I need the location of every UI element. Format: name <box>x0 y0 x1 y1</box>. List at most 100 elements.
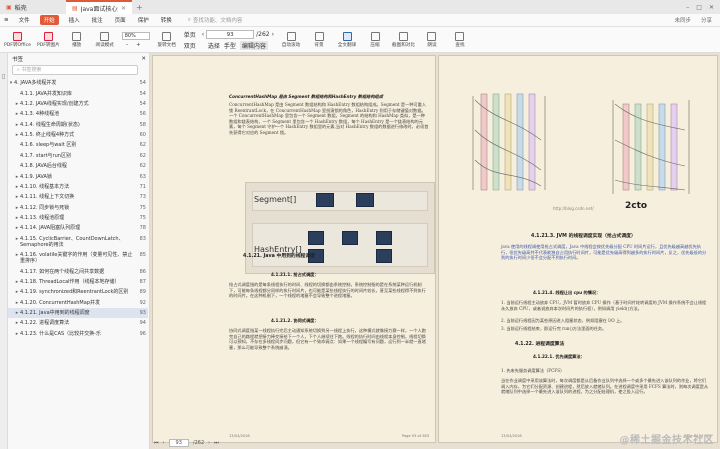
bookmark-search-input[interactable]: ⌕ 书签搜索 <box>12 65 138 75</box>
bookmark-title: 书签 <box>12 56 24 63</box>
edit-content-tool[interactable]: 编辑内容 <box>239 40 268 50</box>
bookmark-search-placeholder: 书签搜索 <box>21 67 42 73</box>
zoom-in-button[interactable]: + <box>136 42 140 48</box>
bookmark-item[interactable]: ▸ 4.1.2. JAVA线程实现/创建方式 54 <box>8 99 148 109</box>
segment-diagram: Segment[] HashEntry[] <box>245 182 435 274</box>
bookmark-item[interactable]: ▸ 4.1.16. volatile关键字的作用（变量可见性、禁止重排序） 85 <box>8 250 148 266</box>
right-thread-diagram <box>612 100 690 194</box>
window-close-icon[interactable]: ✕ <box>709 4 714 11</box>
last-page-icon[interactable]: ⏭ <box>214 440 219 446</box>
bookmark-item-label: 4.1.22. 进程调度算法 <box>20 320 70 327</box>
bookmark-item[interactable]: ▸ 4.1.3. 4种线程池 56 <box>8 109 148 119</box>
bookmark-item[interactable]: ▸ 4.1.10. 线程基本方法 71 <box>8 182 148 192</box>
bookmark-item-label: 4.1.23. 什么是CAS（比较并交换-乐 <box>20 330 101 337</box>
document-area[interactable]: ConcurrentHashMap 是由 Segment 数组结构和HashEn… <box>150 53 720 449</box>
tab-document[interactable]: ▤ Java面试核心知...--V5终极版.pdf ✕ <box>66 0 132 14</box>
menu-protect[interactable]: 保护 <box>136 15 151 25</box>
list-item-4: 1. 先来先服务调度算法（FCFS） <box>501 368 565 373</box>
compress-label: 压缩 <box>370 42 380 48</box>
pdf-to-image-button[interactable]: PDF转图片 <box>37 31 60 48</box>
panel-close-icon[interactable]: ✕ <box>141 56 146 62</box>
bookmark-item[interactable]: ▸ 4.1.19. synchronized和ReentrantLock的区别 89 <box>8 287 148 297</box>
menu-file[interactable]: 文件 <box>17 15 32 25</box>
bookmark-item-page: 73 <box>139 194 146 201</box>
bookmark-item[interactable]: ▸ 4.1.4. 线程生命周期(状态) 58 <box>8 120 148 130</box>
first-page-icon[interactable]: ⏮ <box>154 440 159 446</box>
menu-insert[interactable]: 插入 <box>67 15 82 25</box>
function-search[interactable]: ⌕ 查找功能、文档内容 <box>188 16 243 25</box>
heading-4-1-21-4: 4.1.21.4. 线程让出 cpu 的情况： <box>533 290 601 295</box>
zoom-out-button[interactable]: – <box>126 42 129 48</box>
bookmark-item-label: 4.1.21. Java中用到的线程调度 <box>20 310 90 317</box>
new-tab-button[interactable]: + <box>132 3 147 12</box>
bookmark-item[interactable]: 4.1.8. JAVA后台线程 62 <box>8 161 148 171</box>
bookmark-item[interactable]: ▸ 4.1.15. CyclicBarrier、CountDownLatch、Se… <box>8 234 148 250</box>
pdf-to-office-label: PDF转Office <box>4 42 31 48</box>
pdf-to-image-icon <box>43 31 53 41</box>
bookmark-item[interactable]: ▾ 4. JAVA多线程并发 54 <box>8 78 148 88</box>
bookmark-item[interactable]: ▸ 4.1.5. 终止线程4种方式 60 <box>8 130 148 140</box>
footer-date-right: 13/04/2018 <box>501 434 522 438</box>
page-number-input[interactable]: 93 <box>206 29 255 39</box>
bookmark-item[interactable]: ▸ 4.1.12. 同步锁与死锁 75 <box>8 203 148 213</box>
prev-page-icon[interactable]: ‹ <box>202 31 204 38</box>
bookmark-item[interactable]: ▸ 4.1.9. JAVA锁 63 <box>8 171 148 181</box>
menu-convert[interactable]: 转换 <box>159 15 174 25</box>
read-aloud-button[interactable]: 朗读 <box>421 31 443 48</box>
bookmark-item-label: 4.1.15. CyclicBarrier、CountDownLatch、Sem… <box>20 235 124 248</box>
menu-comment[interactable]: 批注 <box>90 15 105 25</box>
screenshot-button[interactable]: 截图和对比 <box>392 31 415 48</box>
bookmark-item[interactable]: ▸ 4.1.13. 线程池原理 75 <box>8 213 148 223</box>
bookmark-item-label: 4.1.5. 终止线程4种方式 <box>20 132 75 139</box>
close-icon[interactable]: ✕ <box>121 5 126 12</box>
bookmark-item[interactable]: ▸ 4.1.18. ThreadLocal作用（线程本地存储） 87 <box>8 277 148 287</box>
prev-page-button[interactable]: ‹ <box>163 440 165 446</box>
menu-start[interactable]: 开始 <box>39 15 59 25</box>
single-page-button[interactable]: 单页 <box>184 30 196 39</box>
zoom-input[interactable]: 80% <box>121 31 150 40</box>
rotate-button[interactable]: 旋转文档 <box>156 31 178 48</box>
maximize-icon[interactable]: □ <box>696 4 702 11</box>
select-tool[interactable]: 选择 <box>208 41 220 50</box>
bookmark-item-page: 92 <box>139 299 146 306</box>
find-button[interactable]: 查找 <box>449 31 471 48</box>
read-mode-button[interactable]: 阅读模式 <box>94 31 116 48</box>
auto-scroll-button[interactable]: 自动滚动 <box>280 31 302 48</box>
next-page-button[interactable]: › <box>208 440 210 446</box>
bookmark-item-label: 4.1.8. JAVA后台线程 <box>20 163 67 170</box>
hashentry-block <box>376 231 392 245</box>
pdf-to-office-button[interactable]: PDF转Office <box>4 31 31 48</box>
bookmark-item[interactable]: 4.1.6. sleep与wait 区别 62 <box>8 140 148 150</box>
translate-button[interactable]: 全文翻译 <box>336 31 358 48</box>
status-bar: ⏮ ‹ 93 /262 › ⏭ <box>150 437 480 449</box>
double-page-button[interactable]: 双页 <box>184 41 196 50</box>
bookmark-item[interactable]: ▸ 4.1.22. 进程调度算法 94 <box>8 318 148 328</box>
bookmark-icon[interactable]: ▯ <box>0 73 7 80</box>
bookmark-item[interactable]: ▸ 4.1.21. Java中用到的线程调度 93 <box>8 307 148 319</box>
bookmark-item[interactable]: 4.1.7. start与run区别 62 <box>8 151 148 161</box>
menu-page[interactable]: 页面 <box>113 15 128 25</box>
bookmark-item-page: 85 <box>139 252 146 259</box>
next-page-icon[interactable]: › <box>272 31 274 38</box>
page-navigator: ‹ 93 /262 › 选择 手型 编辑内容 <box>202 29 274 50</box>
heading-4-1-22-1: 4.1.22.1. 优先调度算法： <box>533 354 585 359</box>
background-button[interactable]: 背景 <box>308 31 330 48</box>
compress-button[interactable]: 压缩 <box>364 31 386 48</box>
bookmark-item[interactable]: 4.1.1. JAVA并发知识库 54 <box>8 88 148 98</box>
sync-status[interactable]: 未同步 <box>674 16 691 24</box>
bookmark-item-page: 54 <box>139 90 146 97</box>
minimize-icon[interactable]: – <box>686 4 689 11</box>
bookmark-item-label: 4.1.20. ConcurrentHashMap并发 <box>20 299 100 306</box>
tab-home[interactable]: ▣ 稻壳 <box>0 0 66 14</box>
bookmark-item[interactable]: ▸ 4.1.14. JAVA阻塞队列原理 78 <box>8 223 148 233</box>
bookmark-item[interactable]: ▸ 4.1.23. 什么是CAS（比较并交换-乐 96 <box>8 329 148 339</box>
hand-tool[interactable]: 手型 <box>224 41 236 50</box>
status-page-input[interactable]: 93 <box>168 439 189 447</box>
bookmark-item[interactable]: ▸ 4.1.20. ConcurrentHashMap并发 92 <box>8 298 148 308</box>
bookmark-item[interactable]: ▸ 4.1.11. 线程上下文切换 73 <box>8 192 148 202</box>
page-total: /262 <box>256 30 270 38</box>
share-button[interactable]: 分享 <box>701 16 712 24</box>
hamburger-icon[interactable]: ≡ <box>4 17 9 23</box>
bookmark-item[interactable]: 4.1.17. 如何在两个线程之间共享数据 86 <box>8 266 148 276</box>
play-button[interactable]: 播放 <box>66 31 88 48</box>
